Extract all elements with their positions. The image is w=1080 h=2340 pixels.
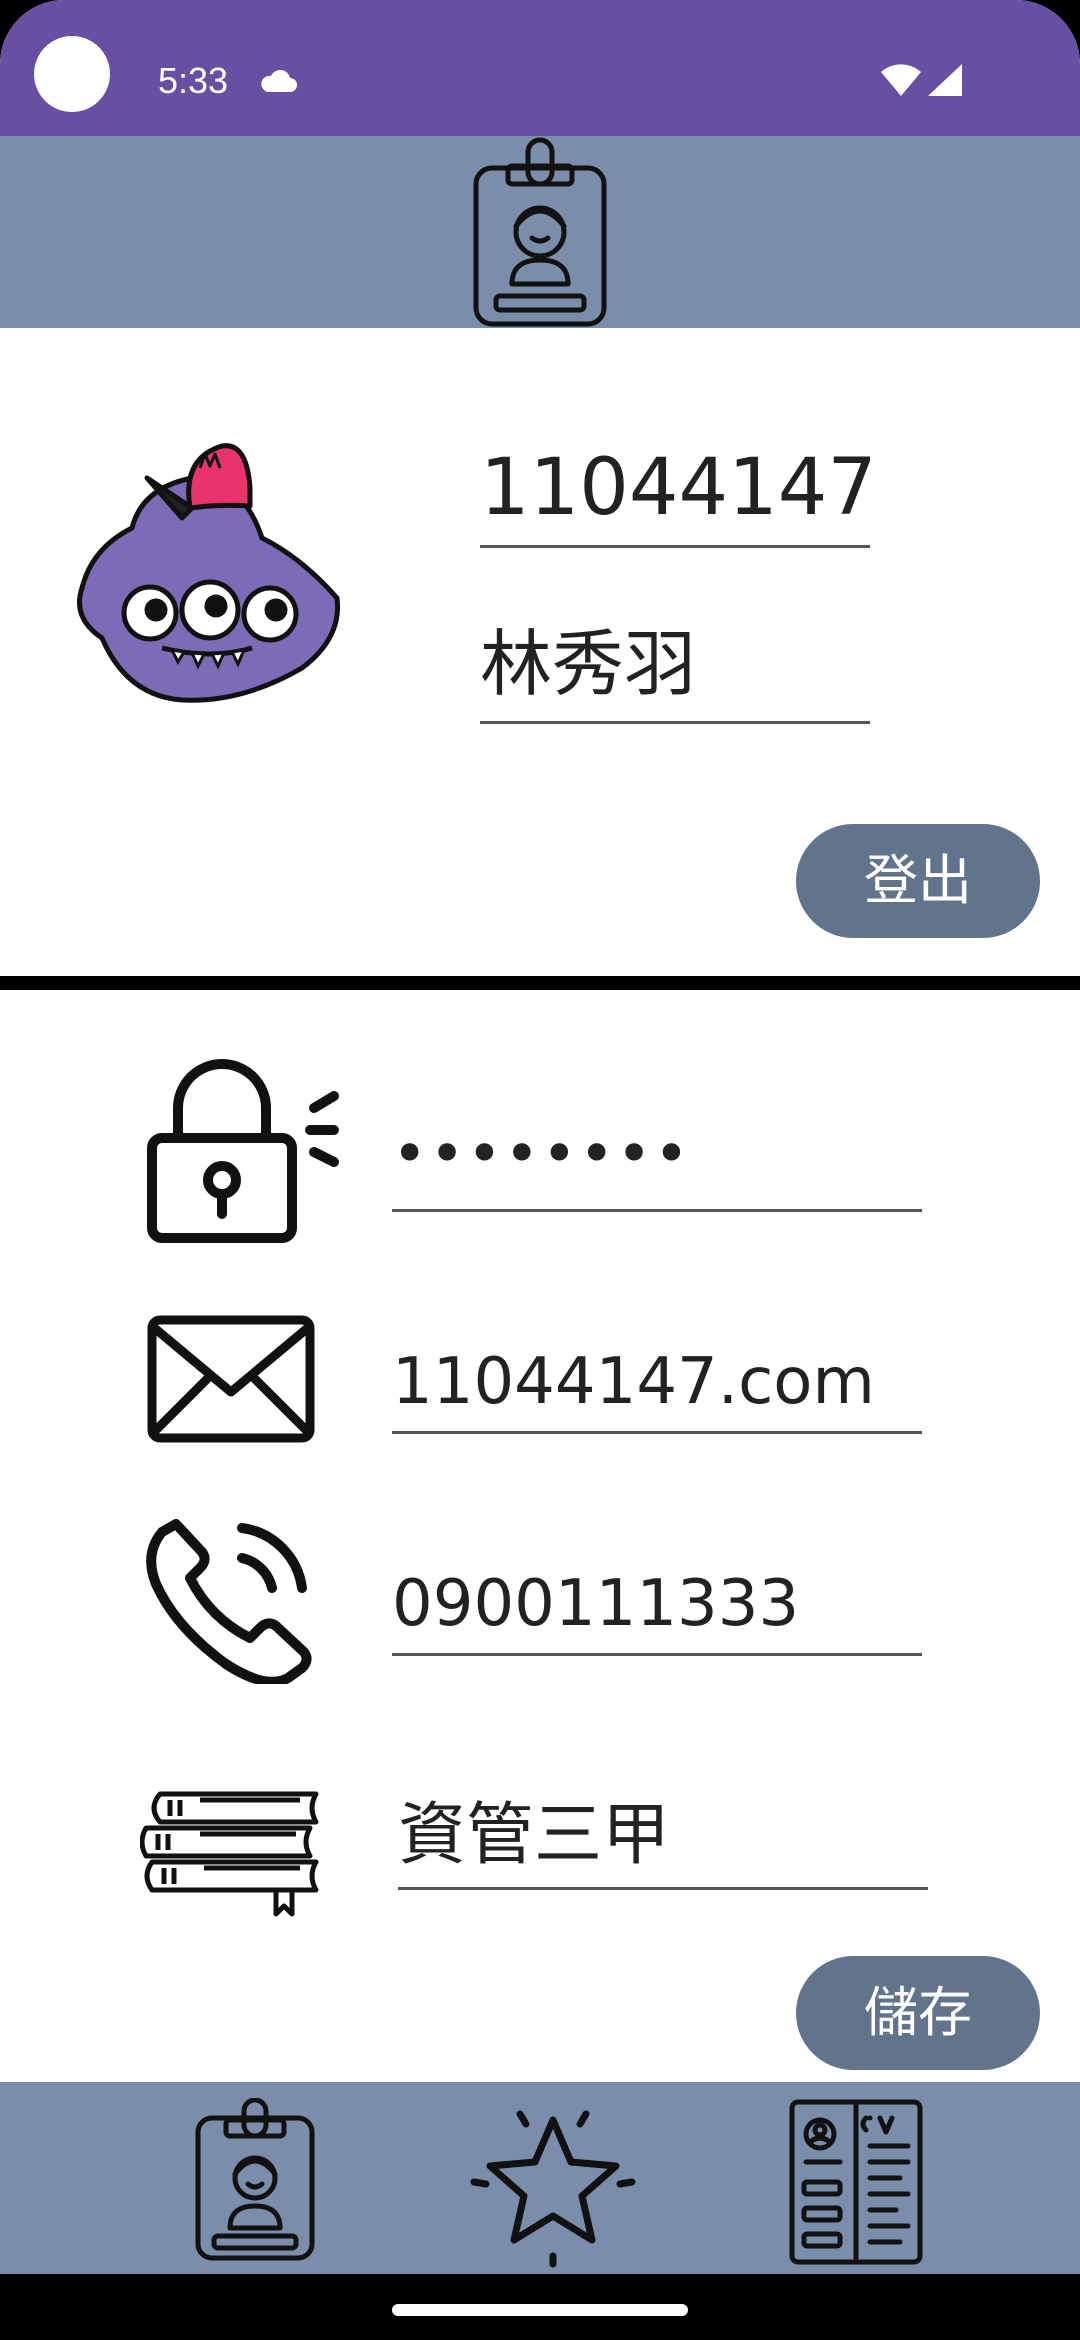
password-field[interactable]: •••••••• xyxy=(392,1112,922,1212)
email-field[interactable]: 11044147.com xyxy=(392,1332,922,1434)
class-field[interactable]: 資管三甲 xyxy=(398,1786,928,1890)
monster-avatar xyxy=(77,443,341,703)
name-field[interactable]: 林秀羽 xyxy=(480,616,870,724)
app-screen: 5:33 11044147 林秀羽 登出 •••••••• 11044147.c… xyxy=(0,0,1080,2340)
app-bar xyxy=(0,136,1080,328)
signal-icon xyxy=(928,64,962,96)
section-divider xyxy=(0,976,1080,990)
wifi-icon xyxy=(881,64,921,96)
star-icon[interactable] xyxy=(468,2098,638,2268)
id-badge-icon[interactable] xyxy=(186,2098,356,2268)
status-time: 5:33 xyxy=(158,60,229,101)
id-badge-icon xyxy=(473,137,607,327)
cv-icon[interactable] xyxy=(780,2098,950,2268)
envelope-icon xyxy=(147,1315,315,1443)
status-bar: 5:33 xyxy=(0,0,1080,136)
save-button[interactable]: 儲存 xyxy=(796,1956,1040,2070)
phone-icon xyxy=(146,1519,312,1684)
phone-field[interactable]: 0900111333 xyxy=(392,1554,922,1656)
logout-button[interactable]: 登出 xyxy=(796,824,1040,938)
bottom-nav xyxy=(0,2082,1080,2274)
student-id-field[interactable]: 11044147 xyxy=(480,440,870,548)
books-icon xyxy=(140,1791,319,1917)
camera-cutout xyxy=(34,36,110,112)
cloud-icon xyxy=(261,69,297,92)
unlock-icon xyxy=(147,1059,339,1243)
home-gesture-bar[interactable] xyxy=(392,2304,688,2316)
